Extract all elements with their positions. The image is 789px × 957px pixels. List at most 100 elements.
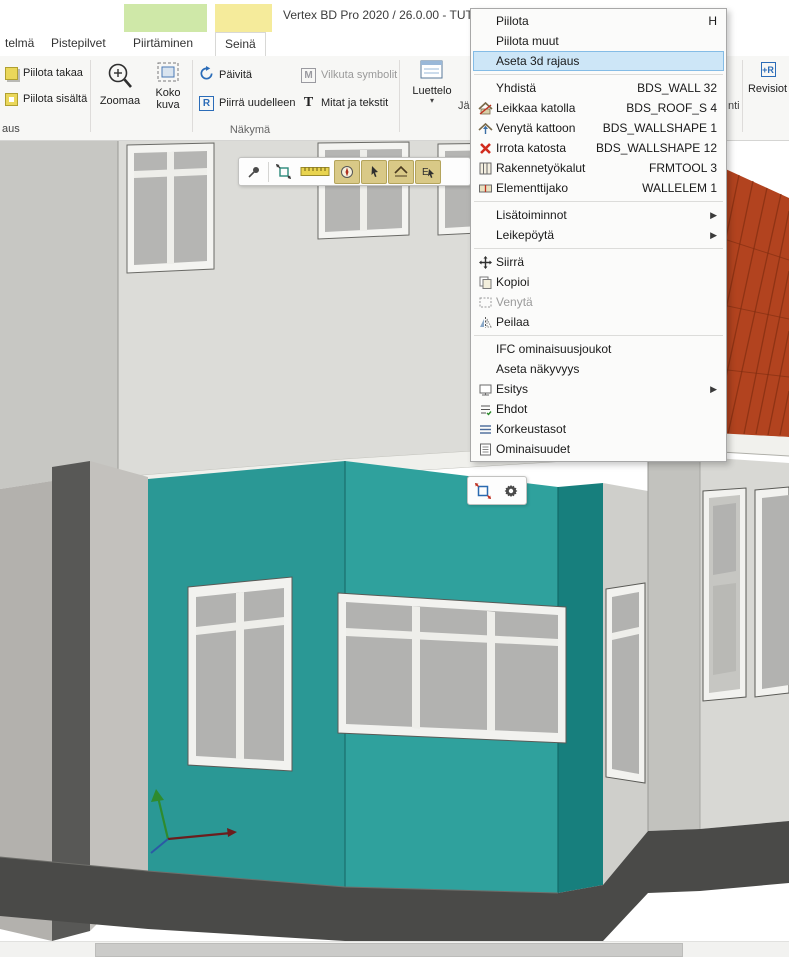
menu-item-label: Yhdistä xyxy=(496,81,536,95)
menu-item-label: Siirrä xyxy=(496,255,524,269)
refresh-label: Päivitä xyxy=(219,69,252,81)
redraw-label: Piirrä uudelleen xyxy=(219,97,295,109)
menu-item-esitys[interactable]: Esitys ▶ xyxy=(473,379,724,399)
menu-item-korkeustasot[interactable]: Korkeustasot xyxy=(473,419,724,439)
menu-item-aseta-3d-rajaus[interactable]: Aseta 3d rajaus xyxy=(473,51,724,71)
submenu-arrow-icon: ▶ xyxy=(710,230,717,241)
tab-jarjestelma[interactable]: telmä xyxy=(0,32,43,56)
menu-item-label: Venytä kattoon xyxy=(496,121,575,135)
left-group-label-fragment: aus xyxy=(2,123,20,135)
cursor-button[interactable] xyxy=(361,160,387,184)
list-button[interactable]: Luettelo ▾ xyxy=(404,58,460,105)
menu-item-label: Korkeustasot xyxy=(496,422,566,436)
tab-pistepilvet[interactable]: Pistepilvet xyxy=(42,32,115,56)
element-tool-button[interactable]: E xyxy=(415,160,441,184)
dims-texts-button[interactable]: T Mitat ja tekstit xyxy=(298,92,391,114)
redraw-button[interactable]: R Piirrä uudelleen xyxy=(196,92,298,114)
hide-inside-icon xyxy=(5,93,18,106)
hide-behind-icon xyxy=(5,67,18,80)
dims-texts-label: Mitat ja tekstit xyxy=(321,97,388,109)
menu-item-label: IFC ominaisuusjoukot xyxy=(496,342,611,356)
refresh-button[interactable]: Päivitä xyxy=(196,64,255,86)
redraw-icon: R xyxy=(199,96,214,111)
menu-item-peilaa[interactable]: Peilaa xyxy=(473,312,724,332)
menu-separator xyxy=(474,248,723,249)
ribbon-separator xyxy=(90,60,91,132)
menu-item-label: Peilaa xyxy=(496,315,529,329)
menu-separator xyxy=(474,74,723,75)
submenu-arrow-icon: ▶ xyxy=(710,210,717,221)
menu-item-leikkaa-katolla[interactable]: Leikkaa katollaBDS_ROOF_S 4 xyxy=(473,98,724,118)
menu-item-label: Venytä xyxy=(496,295,533,309)
hide-inside-label: Piilota sisältä xyxy=(23,93,87,105)
contextual-tab-strip-green xyxy=(124,4,207,32)
scrollbar-thumb[interactable] xyxy=(95,943,683,957)
menu-item-lis-toiminnot[interactable]: Lisätoiminnot ▶ xyxy=(473,205,724,225)
blink-symbols-label: Vilkuta symbolit xyxy=(321,69,397,81)
fit-view-button[interactable]: Koko kuva xyxy=(147,60,189,111)
element-split-icon xyxy=(474,181,496,196)
app-window: Vertex BD Pro 2020 / 26.0.00 - TUTO telm… xyxy=(0,0,789,957)
menu-item-leikep-yt[interactable]: Leikepöytä ▶ xyxy=(473,225,724,245)
menu-item-ominaisuudet[interactable]: Ominaisuudet xyxy=(473,439,724,459)
menu-item-shortcut: BDS_ROOF_S 4 xyxy=(614,101,717,115)
copy-icon xyxy=(474,275,496,290)
hide-behind-button[interactable]: Piilota takaa xyxy=(2,62,86,84)
move-frame-button[interactable] xyxy=(470,479,496,503)
contextual-tab-strip-yellow xyxy=(215,4,272,32)
upper-window-1 xyxy=(127,143,214,273)
pin-button[interactable] xyxy=(241,160,267,184)
frame-resize-button[interactable] xyxy=(270,160,296,184)
blink-symbols-icon: M xyxy=(301,68,316,83)
menu-item-label: Aseta näkyvyys xyxy=(496,362,579,376)
menu-item-piilota-muut[interactable]: Piilota muut xyxy=(473,31,724,51)
zoom-icon xyxy=(105,83,135,95)
menu-item-yhdist[interactable]: YhdistäBDS_WALL 32 xyxy=(473,78,724,98)
hide-inside-button[interactable]: Piilota sisältä xyxy=(2,88,90,110)
menu-item-elementtijako[interactable]: ElementtijakoWALLELEM 1 xyxy=(473,178,724,198)
menu-item-label: Lisätoiminnot xyxy=(496,208,567,222)
menu-item-ehdot[interactable]: Ehdot xyxy=(473,399,724,419)
properties-icon xyxy=(474,442,496,457)
menu-item-label: Aseta 3d rajaus xyxy=(496,54,579,68)
menu-item-label: Esitys xyxy=(496,382,528,396)
menu-item-shortcut: H xyxy=(696,14,717,28)
menu-item-ifc-ominaisuusjoukot[interactable]: IFC ominaisuusjoukot xyxy=(473,339,724,359)
compass-button[interactable] xyxy=(334,160,360,184)
blink-symbols-button[interactable]: M Vilkuta symbolit xyxy=(298,64,400,86)
zoom-label: Zoomaa xyxy=(94,95,146,107)
menu-item-shortcut: BDS_WALLSHAPE 12 xyxy=(584,141,717,155)
tab-piirtaminen[interactable]: Piirtäminen xyxy=(124,32,202,56)
list-dropdown-icon[interactable]: ▾ xyxy=(404,97,460,105)
ruler-button[interactable] xyxy=(297,160,333,184)
view-group-label: Näkymä xyxy=(205,124,295,136)
menu-item-rakennety-kalut[interactable]: Rakennetyökalut FRMTOOL 3 xyxy=(473,158,724,178)
zoom-button[interactable]: Zoomaa xyxy=(94,60,146,107)
menu-item-shortcut: FRMTOOL 3 xyxy=(637,161,717,175)
menu-item-shortcut: WALLELEM 1 xyxy=(630,181,717,195)
tab-seina[interactable]: Seinä xyxy=(215,32,266,56)
roof-tool-button[interactable] xyxy=(388,160,414,184)
horizontal-scrollbar[interactable] xyxy=(0,941,789,957)
fit-view-icon xyxy=(156,75,180,87)
clipped-button-fragment: Jä xyxy=(458,100,470,112)
menu-item-shortcut: BDS_WALLSHAPE 1 xyxy=(591,121,717,135)
gear-button[interactable] xyxy=(498,479,524,503)
menu-item-piilota[interactable]: PiilotaH xyxy=(473,11,724,31)
revisions-button[interactable]: +R Revisiot xyxy=(746,62,789,95)
right-label-fragment: nti xyxy=(728,100,740,112)
dims-texts-icon: T xyxy=(301,95,316,111)
menu-item-aseta-n-kyvyys[interactable]: Aseta näkyvyys xyxy=(473,359,724,379)
submenu-arrow-icon: ▶ xyxy=(710,384,717,395)
menu-item-label: Rakennetyökalut xyxy=(496,161,585,175)
levels-icon xyxy=(474,422,496,437)
narrow-window xyxy=(606,583,645,783)
menu-item-irrota-katosta[interactable]: Irrota katostaBDS_WALLSHAPE 12 xyxy=(473,138,724,158)
revisions-icon: +R xyxy=(761,62,776,77)
mini-toolbar xyxy=(467,476,527,505)
menu-item-label: Leikepöytä xyxy=(496,228,554,242)
menu-item-venyt[interactable]: Venytä xyxy=(473,292,724,312)
menu-item-kopioi[interactable]: Kopioi xyxy=(473,272,724,292)
menu-item-siirr[interactable]: Siirrä xyxy=(473,252,724,272)
menu-item-venyt-kattoon[interactable]: Venytä kattoon BDS_WALLSHAPE 1 xyxy=(473,118,724,138)
